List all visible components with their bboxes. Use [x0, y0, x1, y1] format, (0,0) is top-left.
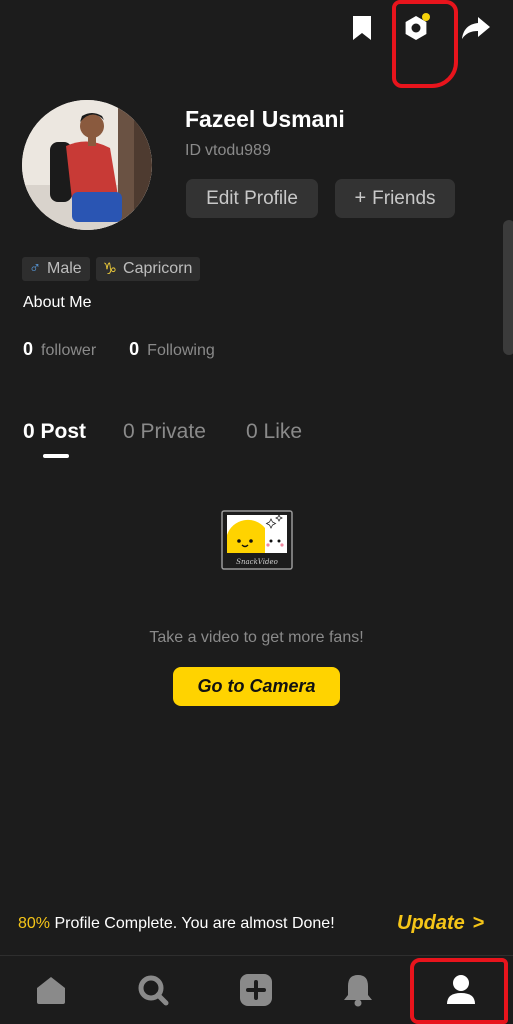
empty-state-message: Take a video to get more fans! — [149, 629, 364, 646]
illustration-caption: SnackVideo — [236, 558, 278, 566]
male-icon: ♂ — [29, 260, 41, 277]
update-label: Update — [397, 912, 465, 934]
profile-completion-message: Profile Complete. You are almost Done! — [54, 915, 335, 932]
active-tab-indicator — [43, 454, 69, 458]
plus-icon: + — [354, 187, 367, 209]
about-me[interactable]: About Me — [23, 294, 91, 312]
following-count[interactable]: 0 — [129, 339, 139, 360]
follow-stats: 0 follower 0 Following — [23, 339, 215, 360]
go-to-camera-button[interactable]: Go to Camera — [173, 667, 340, 706]
follower-label[interactable]: follower — [41, 342, 96, 360]
settings-icon[interactable] — [400, 12, 432, 44]
profile-id-label: ID — [185, 142, 201, 159]
chevron-right-icon: > — [472, 912, 485, 934]
profile-completion-percent: 80% — [18, 915, 51, 932]
add-friends-label: Friends — [372, 187, 436, 209]
add-icon[interactable] — [238, 972, 274, 1008]
profile-id: ID vtodu989 — [185, 142, 271, 160]
gender-tag: ♂ Male — [22, 257, 90, 281]
profile-icon[interactable] — [443, 972, 479, 1008]
notification-dot — [422, 13, 430, 21]
share-icon[interactable] — [460, 12, 492, 44]
add-friends-button[interactable]: + Friends — [335, 179, 455, 218]
tab-like[interactable]: 0 Like — [246, 420, 302, 444]
profile-name: Fazeel Usmani — [185, 106, 345, 132]
tab-private[interactable]: 0 Private — [123, 420, 206, 444]
update-profile-link[interactable]: Update > — [397, 912, 484, 935]
zodiac-label: Capricorn — [123, 260, 193, 277]
edit-profile-label: Edit Profile — [206, 187, 298, 209]
profile-completion-bar: 80% Profile Complete. You are almost Don… — [0, 905, 513, 945]
zodiac-tag: ♑ Capricorn — [95, 257, 201, 281]
home-icon[interactable] — [33, 972, 69, 1008]
profile-completion-text: 80% Profile Complete. You are almost Don… — [18, 915, 335, 933]
empty-state-illustration: SnackVideo — [221, 510, 293, 570]
tab-post[interactable]: 0 Post — [23, 420, 86, 444]
search-icon[interactable] — [135, 972, 171, 1008]
go-to-camera-label: Go to Camera — [197, 676, 316, 696]
profile-id-value: vtodu989 — [205, 142, 271, 159]
gender-label: Male — [47, 260, 82, 277]
scrollbar-handle[interactable] — [503, 220, 513, 355]
avatar[interactable] — [22, 100, 152, 230]
edit-profile-button[interactable]: Edit Profile — [186, 179, 318, 218]
top-bar — [0, 0, 513, 60]
bottom-navigation — [0, 955, 513, 1024]
profile-header: Fazeel Usmani ID vtodu989 Edit Profile + … — [22, 100, 492, 230]
bookmark-icon[interactable] — [346, 12, 378, 44]
profile-tags: ♂ Male ♑ Capricorn — [22, 257, 201, 281]
notifications-icon[interactable] — [340, 972, 376, 1008]
capricorn-icon: ♑ — [102, 261, 118, 278]
content-tabs: 0 Post 0 Private 0 Like — [23, 420, 423, 460]
following-label[interactable]: Following — [147, 342, 215, 360]
follower-count[interactable]: 0 — [23, 339, 33, 360]
